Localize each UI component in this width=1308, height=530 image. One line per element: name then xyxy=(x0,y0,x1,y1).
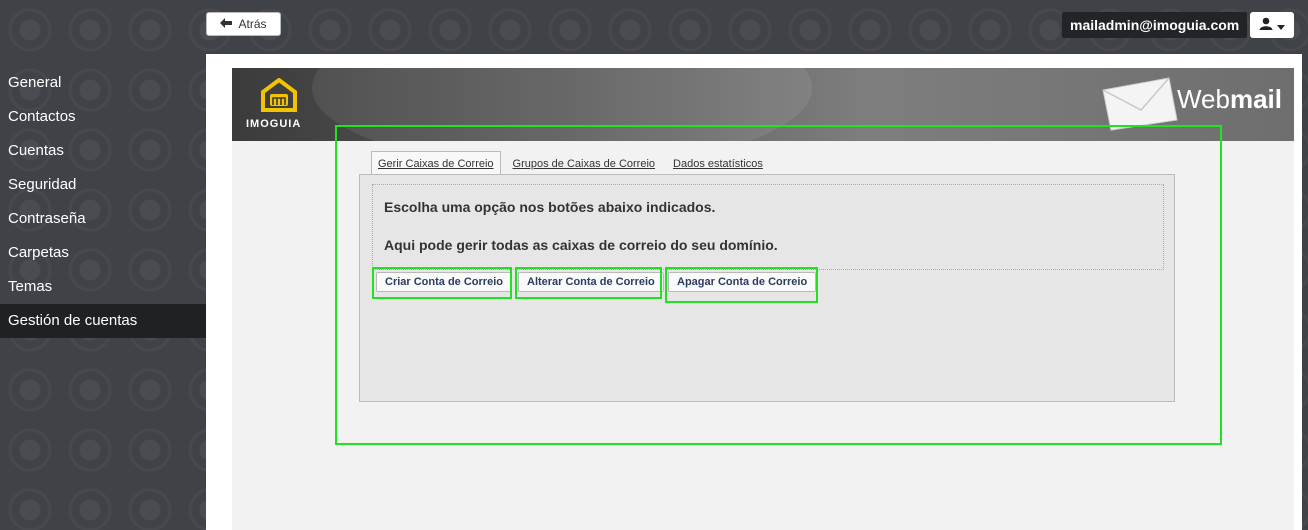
arrow-left-icon xyxy=(220,17,233,31)
main-panel: IMOGUIA Webmail Gerir Caixas de Correio … xyxy=(206,54,1302,530)
settings-sidebar: General Contactos Cuentas Seguridad Cont… xyxy=(0,66,206,338)
envelope-icon xyxy=(1101,76,1179,132)
sidebar-item-seguridad[interactable]: Seguridad xyxy=(0,168,206,202)
mailbox-tabs: Gerir Caixas de Correio Grupos de Caixas… xyxy=(371,150,775,174)
tab-grupos-caixas[interactable]: Grupos de Caixas de Correio xyxy=(507,152,661,174)
sidebar-item-cuentas[interactable]: Cuentas xyxy=(0,134,206,168)
tab-gerir-caixas[interactable]: Gerir Caixas de Correio xyxy=(371,151,501,174)
tab-panel: Escolha uma opção nos botões abaixo indi… xyxy=(359,174,1175,402)
imoguia-logo: IMOGUIA xyxy=(246,78,316,130)
edit-mail-account-button[interactable]: Alterar Conta de Correio xyxy=(518,272,664,292)
info-box: Escolha uma opção nos botões abaixo indi… xyxy=(372,184,1164,270)
back-label: Atrás xyxy=(238,17,267,31)
user-email[interactable]: mailadmin@imoguia.com xyxy=(1062,12,1248,38)
caret-down-icon xyxy=(1277,18,1285,33)
create-mail-account-button[interactable]: Criar Conta de Correio xyxy=(376,272,512,292)
user-icon xyxy=(1259,17,1273,33)
webmail-frame: IMOGUIA Webmail Gerir Caixas de Correio … xyxy=(232,68,1294,530)
tab-dados-estatisticos[interactable]: Dados estatísticos xyxy=(667,152,769,174)
sidebar-item-contactos[interactable]: Contactos xyxy=(0,100,206,134)
sidebar-item-gestion-de-cuentas[interactable]: Gestión de cuentas xyxy=(0,304,206,338)
sidebar-item-contrasena[interactable]: Contraseña xyxy=(0,202,206,236)
delete-mail-account-button[interactable]: Apagar Conta de Correio xyxy=(668,272,817,292)
back-button[interactable]: Atrás xyxy=(206,12,281,36)
webmail-banner: IMOGUIA Webmail xyxy=(232,68,1294,141)
info-line-1: Escolha uma opção nos botões abaixo indi… xyxy=(384,199,716,215)
sidebar-item-carpetas[interactable]: Carpetas xyxy=(0,236,206,270)
user-menu-button[interactable] xyxy=(1250,12,1294,38)
webmail-title: Webmail xyxy=(1176,84,1282,114)
sidebar-item-general[interactable]: General xyxy=(0,66,206,100)
sidebar-item-temas[interactable]: Temas xyxy=(0,270,206,304)
info-line-2: Aqui pode gerir todas as caixas de corre… xyxy=(384,237,778,253)
